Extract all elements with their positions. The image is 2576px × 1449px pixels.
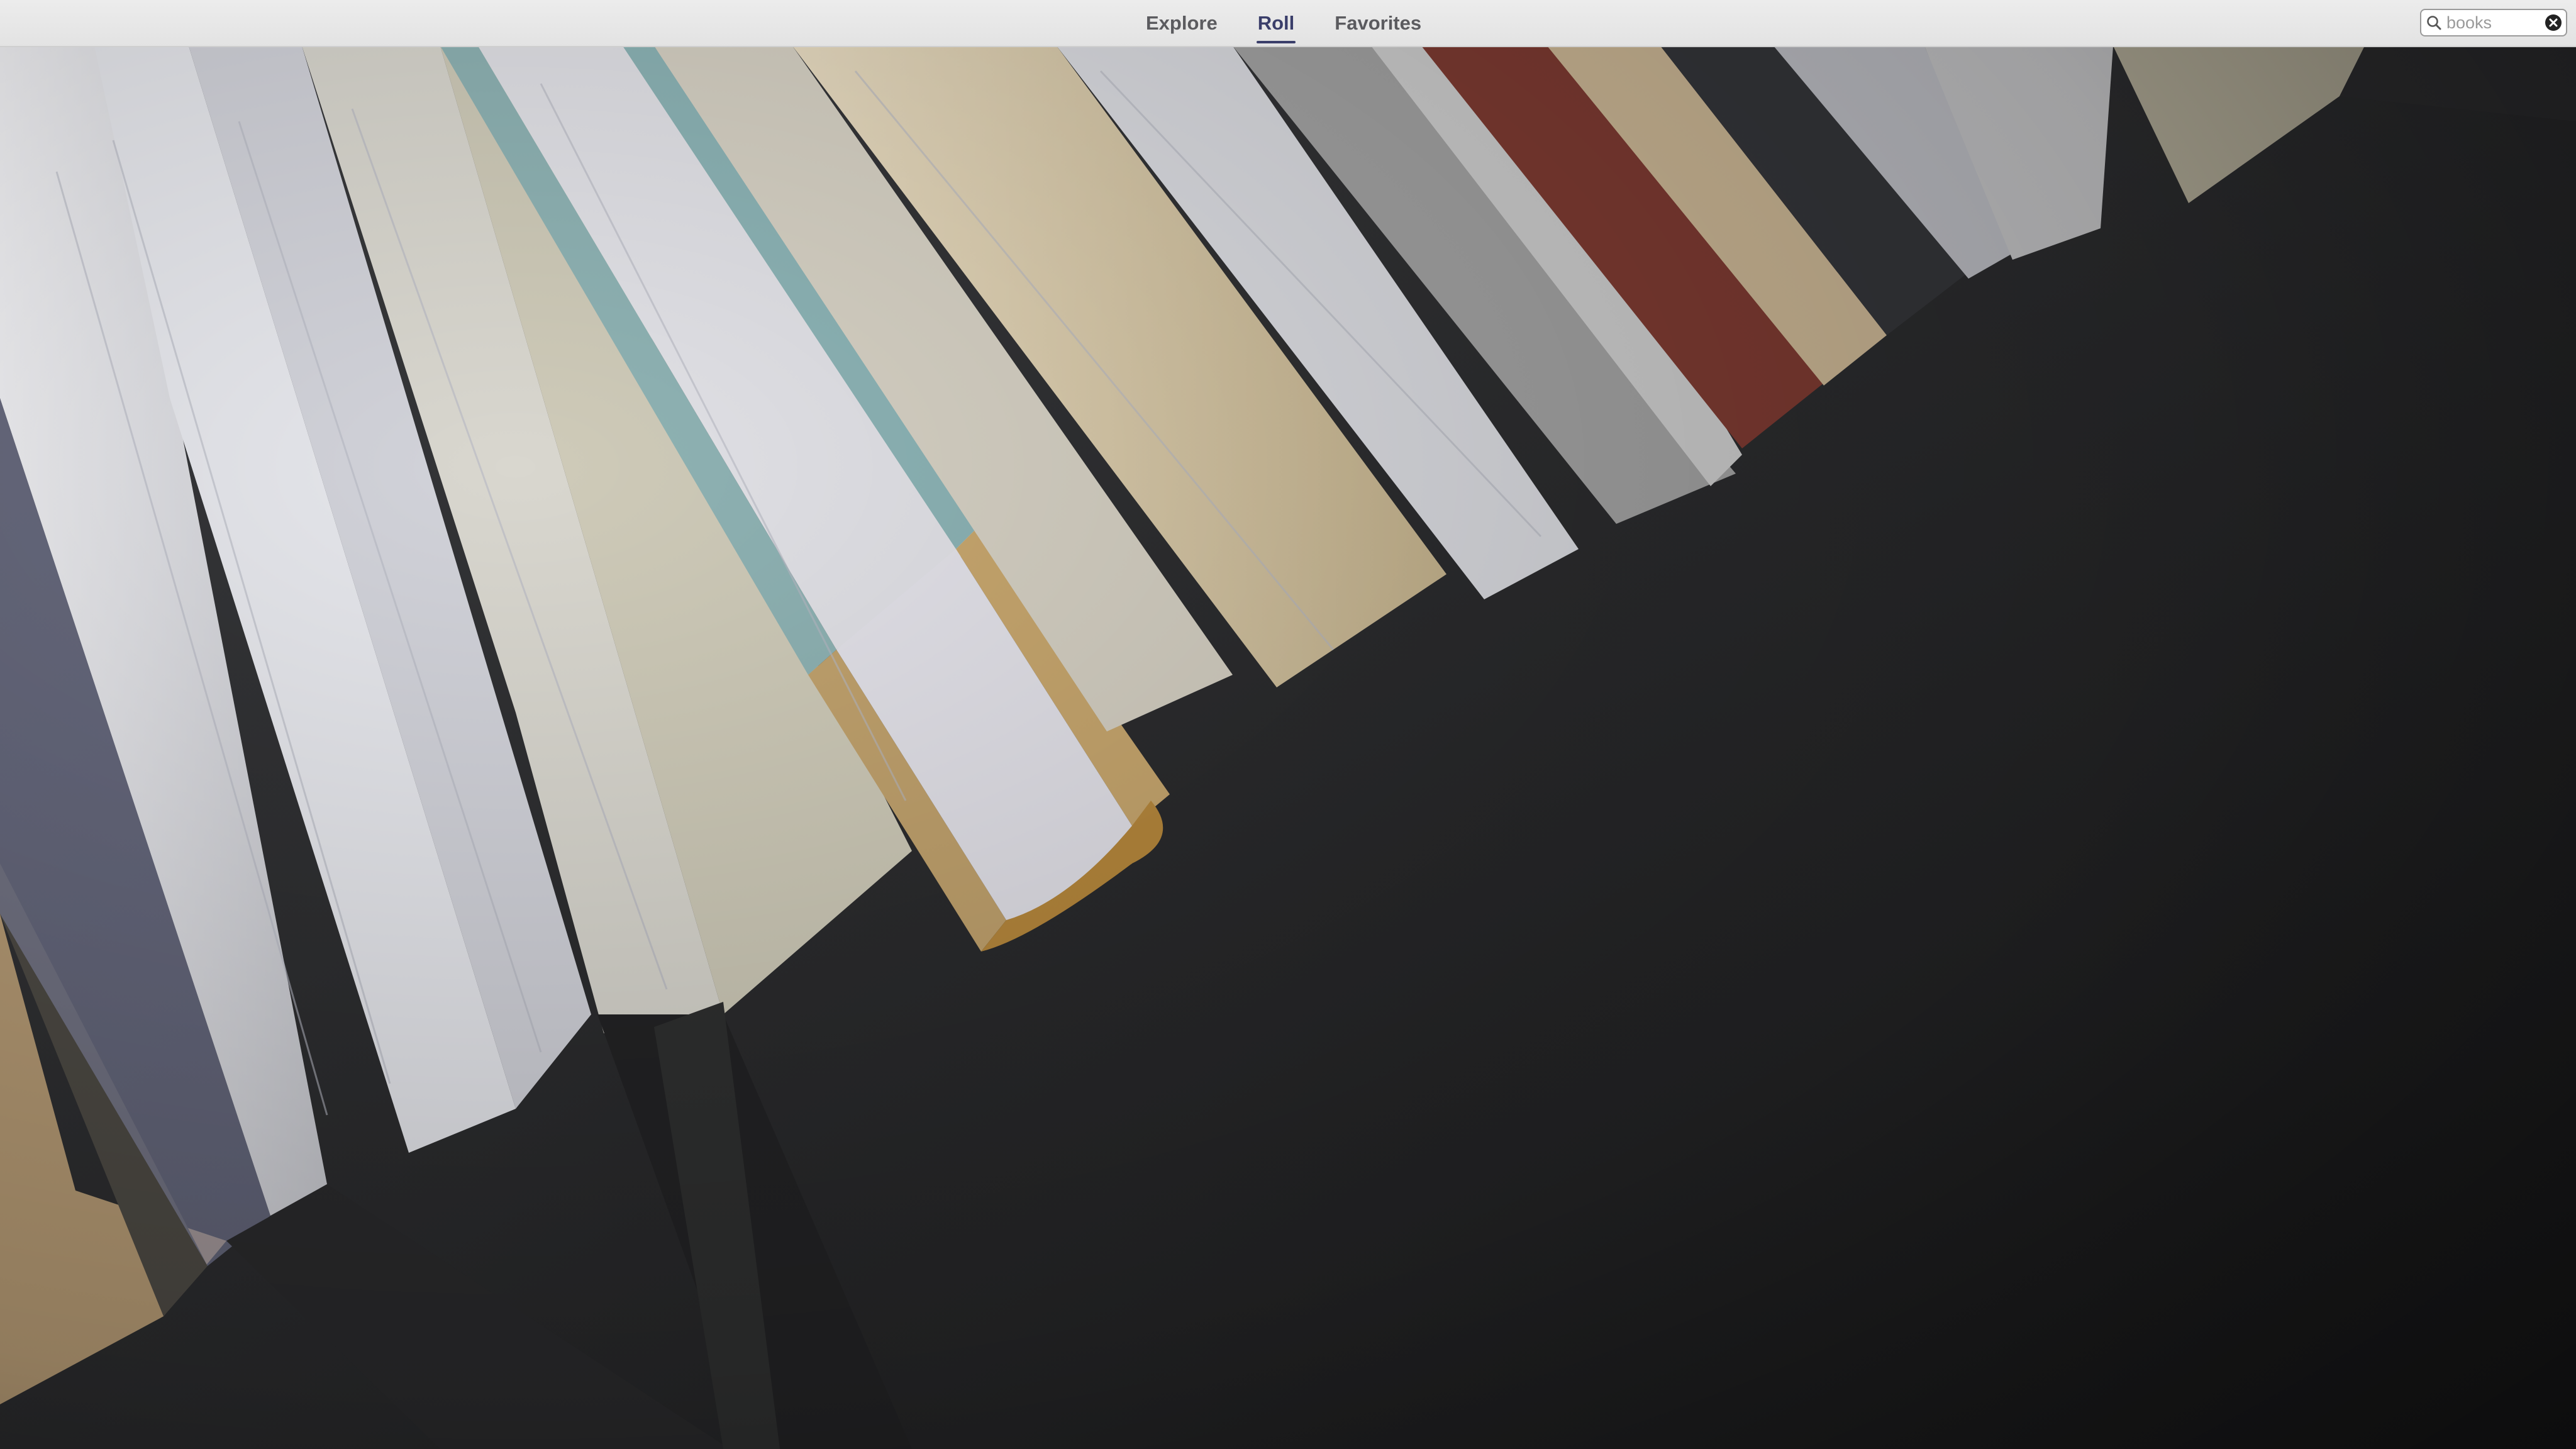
clear-icon[interactable] [2543, 13, 2563, 33]
tab-favorites[interactable]: Favorites [1333, 12, 1423, 35]
photo-view [0, 46, 2576, 1449]
tab-roll[interactable]: Roll [1256, 12, 1296, 43]
tab-bar: Explore Roll Favorites [1145, 0, 1423, 46]
search-icon [2421, 10, 2446, 35]
books-photo [0, 46, 2576, 1449]
toolbar: Explore Roll Favorites [0, 0, 2576, 47]
search-field[interactable] [2420, 9, 2567, 36]
search-input[interactable] [2446, 13, 2541, 33]
app-window: Explore Roll Favorites [0, 0, 2576, 1449]
tab-explore[interactable]: Explore [1145, 12, 1219, 35]
